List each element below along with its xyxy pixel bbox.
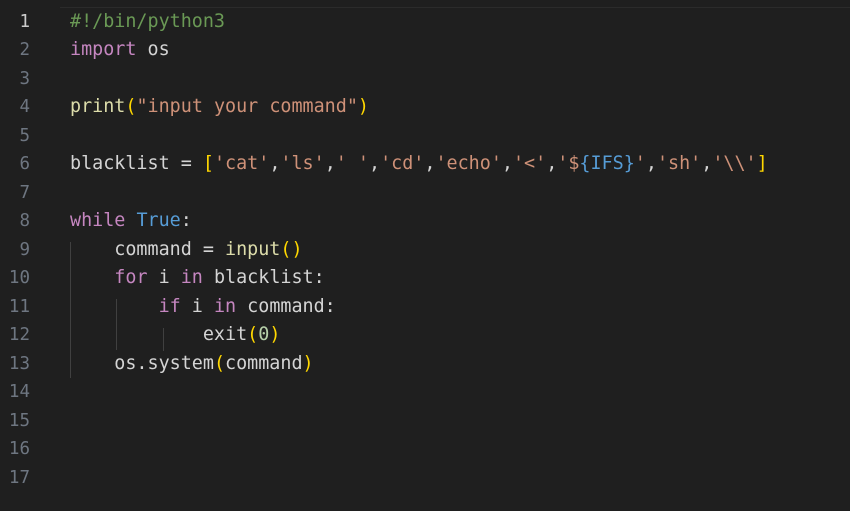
code-token: print <box>70 96 126 117</box>
code-token: 'sh' <box>656 153 702 174</box>
code-token: command = <box>70 238 226 260</box>
code-token: [ <box>202 153 214 174</box>
code-line[interactable]: command = input() <box>70 236 303 265</box>
line-number[interactable]: 12 <box>0 321 30 350</box>
line-number[interactable]: 15 <box>0 407 30 436</box>
code-line[interactable]: #!/bin/python3 <box>70 8 225 37</box>
code-token: "input your command" <box>136 96 358 117</box>
code-token: ) <box>302 352 314 374</box>
code-token: True <box>136 210 181 231</box>
code-token: if <box>158 295 181 317</box>
code-token: in <box>213 295 237 317</box>
code-token: for <box>114 267 148 288</box>
code-line[interactable]: print("input your command") <box>70 93 369 122</box>
code-area[interactable]: #!/bin/python3 import os print("input your… <box>70 0 850 511</box>
code-token: ( <box>125 96 137 117</box>
line-number[interactable]: 17 <box>0 464 30 493</box>
code-token: command: <box>236 295 336 317</box>
code-token: i <box>180 295 214 317</box>
line-number[interactable]: 16 <box>0 435 30 464</box>
line-number[interactable]: 8 <box>0 207 30 236</box>
line-number[interactable]: 6 <box>0 150 30 179</box>
code-line[interactable]: os.system(command) <box>70 350 314 379</box>
code-token: , <box>424 153 436 174</box>
code-token: , <box>269 153 281 174</box>
line-number[interactable]: 7 <box>0 179 30 208</box>
code-token: blacklist = <box>70 153 203 174</box>
line-number[interactable]: 10 <box>0 264 30 293</box>
code-token: ) <box>357 96 369 117</box>
line-number-gutter[interactable]: 1 2 3 4 5 6 7 8 9 10 11 12 13 14 15 16 17 <box>0 0 54 511</box>
code-line[interactable]: exit(0) <box>70 321 281 350</box>
line-number[interactable]: 14 <box>0 378 30 407</box>
code-token: 0 <box>258 324 270 345</box>
line-number[interactable]: 13 <box>0 350 30 379</box>
code-token: os <box>136 39 170 60</box>
code-token: ) <box>269 324 281 345</box>
code-token: exit <box>70 324 248 345</box>
code-token: #!/bin/python3 <box>70 10 226 32</box>
code-token: {IFS} <box>579 153 635 174</box>
code-token: , <box>645 153 657 174</box>
code-line[interactable]: for i in blacklist: <box>70 264 325 293</box>
code-token: ( <box>213 352 226 374</box>
code-token: , <box>369 153 381 174</box>
code-token: os.system <box>70 352 214 374</box>
code-line[interactable]: blacklist = ['cat','ls',' ','cd','echo',… <box>70 150 768 179</box>
code-line[interactable]: import os <box>70 36 170 65</box>
code-token: , <box>546 153 558 174</box>
line-number[interactable]: 4 <box>0 93 30 122</box>
code-token: blacklist: <box>202 267 325 288</box>
line-number[interactable]: 1 <box>0 8 30 37</box>
code-token: ' <box>634 153 646 174</box>
code-token: i <box>147 267 181 288</box>
code-token: '\\' <box>712 153 757 174</box>
line-number[interactable]: 2 <box>0 36 30 65</box>
code-token: command <box>225 352 303 374</box>
code-token: '$ <box>557 153 580 174</box>
line-number[interactable]: 9 <box>0 236 30 265</box>
code-token: '<' <box>512 153 547 174</box>
line-number[interactable]: 5 <box>0 122 30 151</box>
line-number[interactable]: 11 <box>0 293 30 322</box>
code-token: 'cat' <box>213 153 270 174</box>
code-token: : <box>180 210 192 231</box>
code-token: ] <box>756 153 768 174</box>
code-token: 'echo' <box>435 153 502 174</box>
code-token: () <box>280 238 303 260</box>
code-line[interactable]: while True: <box>70 207 192 236</box>
code-token: ' ' <box>335 153 369 174</box>
code-token: while <box>70 210 126 231</box>
code-token: in <box>180 267 203 288</box>
code-token: input <box>225 238 281 260</box>
code-token: , <box>501 153 513 174</box>
code-token: ( <box>247 324 259 345</box>
code-token: , <box>324 153 336 174</box>
code-line[interactable]: if i in command: <box>70 293 336 322</box>
code-token: import <box>70 39 137 60</box>
code-editor[interactable]: 1 2 3 4 5 6 7 8 9 10 11 12 13 14 15 16 17 #!/bin/python3… <box>0 0 850 511</box>
line-number[interactable]: 3 <box>0 65 30 94</box>
code-token: 'ls' <box>280 153 325 174</box>
code-token: 'cd' <box>380 153 425 174</box>
code-token: , <box>701 153 713 174</box>
